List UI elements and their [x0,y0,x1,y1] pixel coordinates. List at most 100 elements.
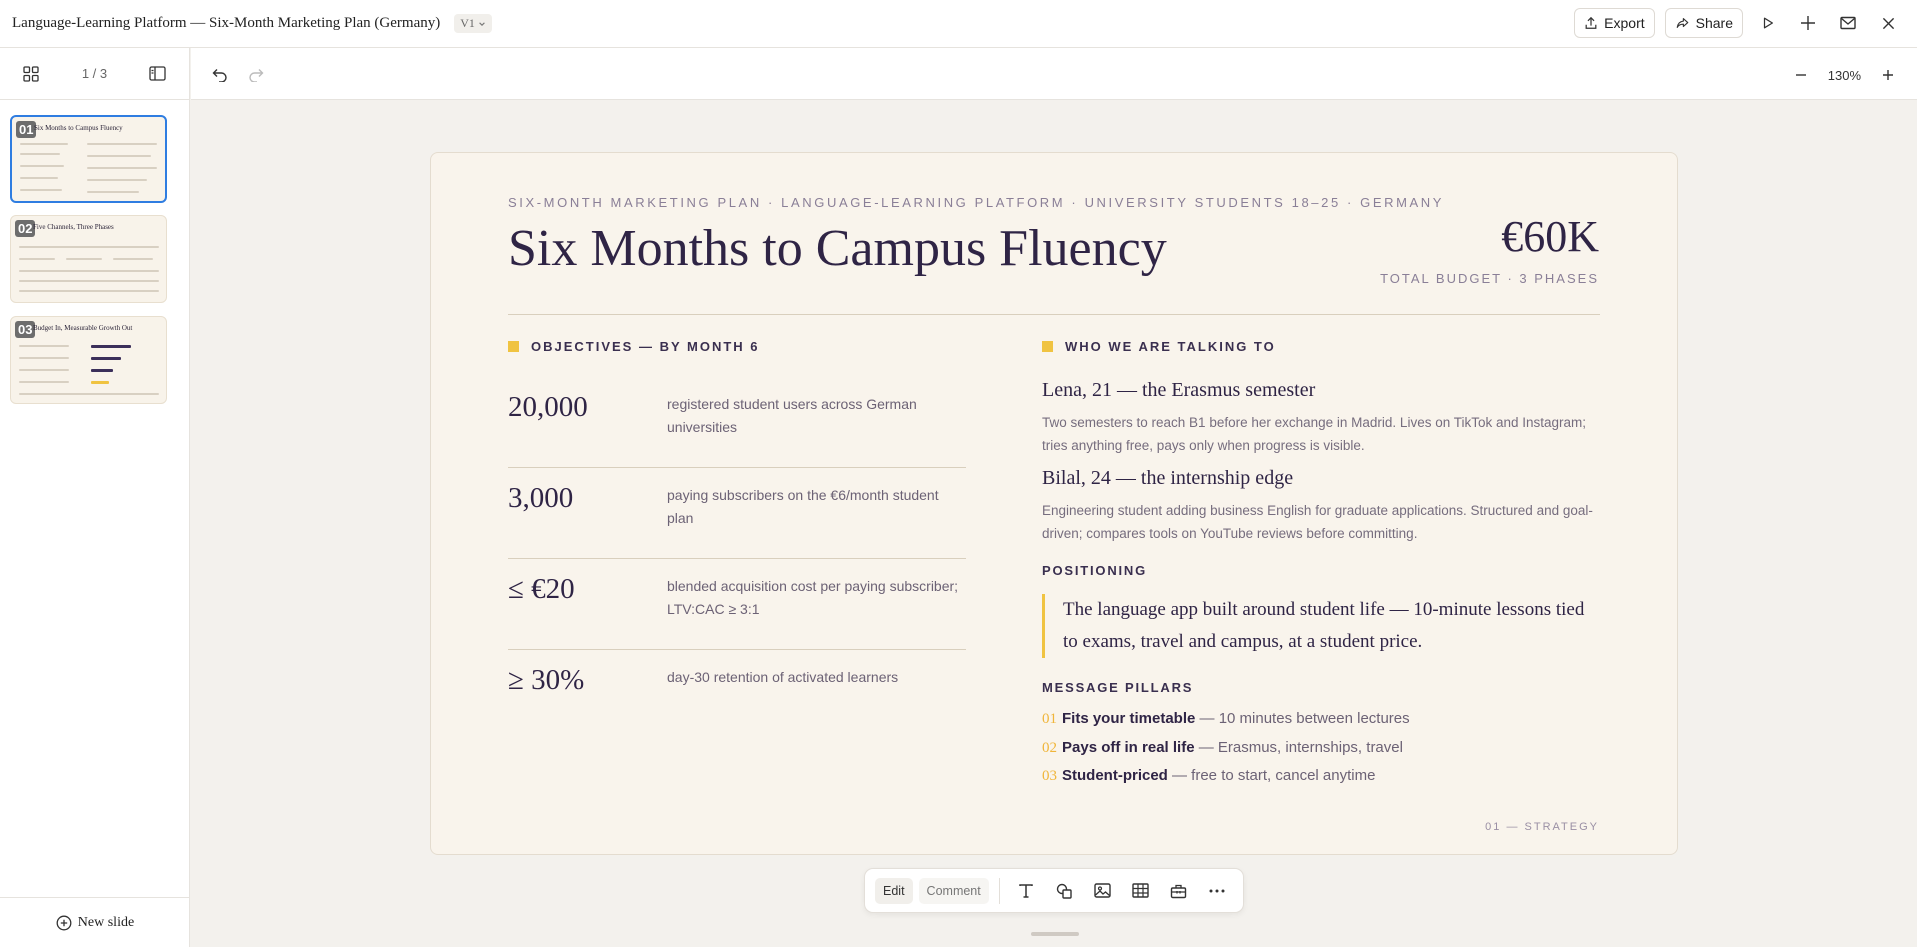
upload-icon [1585,16,1597,29]
new-slide-button[interactable]: New slide [0,897,190,947]
pillar-detail: — 10 minutes between lectures [1195,710,1410,727]
persona-description: Engineering student adding business Engl… [1042,503,1593,541]
message-pillar: 01 Fits your timetable — 10 minutes betwe… [1042,710,1410,728]
objective-item: 20,000 registered student users across G… [508,377,966,468]
share-icon [1676,18,1688,28]
export-button[interactable]: Export [1574,8,1655,38]
plus-crosshair-icon [1801,16,1815,30]
image-tool-button[interactable] [1086,876,1118,906]
comment-mode-button[interactable]: Comment [918,877,989,904]
divider [508,314,1600,315]
zoom-level[interactable]: 130% [1828,68,1861,83]
objective-value: ≥ 30% [508,664,585,696]
pillars-heading: MESSAGE PILLARS [1042,680,1194,695]
page-indicator: 1 / 3 [81,66,108,81]
sidebar-panel-icon [149,66,167,81]
objectives-heading: OBJECTIVES — BY MONTH 6 [508,339,760,354]
text-icon [1019,883,1033,898]
version-label: V1 [460,16,475,30]
undo-button[interactable] [205,60,235,90]
table-icon [1132,883,1149,898]
plus-circle-icon [56,915,72,930]
objective-description: registered student users across German u… [667,396,917,435]
mail-icon [1840,16,1856,30]
pillar-title: Pays off in real life [1062,739,1195,756]
pillar-title: Fits your timetable [1062,710,1196,727]
objective-item: ≤ €20 blended acquisition cost per payin… [508,559,966,650]
slide-sidebar: 1 / 3 01 Six Months to Campus Fluency 02… [0,48,190,947]
share-button[interactable]: Share [1664,8,1743,38]
toggle-panel-button[interactable] [143,59,173,89]
slide-thumbnail-1[interactable]: 01 Six Months to Campus Fluency [10,115,167,203]
floating-toolbar: Edit Comment [864,868,1244,913]
thumbnail-title: Five Channels, Three Phases [33,223,114,231]
edit-mode-button[interactable]: Edit [875,877,913,904]
slide-footer-tag: 01 — STRATEGY [1485,821,1599,833]
thumbnail-title: Budget In, Measurable Growth Out [33,324,133,332]
document-title[interactable]: Language-Learning Platform — Six-Month M… [12,15,440,32]
budget-value: €60K [1501,212,1599,261]
shape-tool-button[interactable] [1048,876,1080,906]
more-options-button[interactable] [1201,876,1233,906]
text-tool-button[interactable] [1010,876,1042,906]
pillar-title: Student-priced [1062,767,1168,784]
message-pillar: 02 Pays off in real life — Erasmus, inter… [1042,739,1403,757]
toolbox-icon [1170,884,1187,898]
new-slide-label: New slide [77,914,135,930]
objective-description: paying subscribers on the €6/month stude… [667,487,939,526]
pillar-number: 03 [1042,768,1057,784]
editor-toolbar: 130% [191,48,1917,100]
table-tool-button[interactable] [1124,876,1156,906]
positioning-quote: The language app built around student li… [1042,594,1602,658]
budget-subtitle: TOTAL BUDGET · 3 PHASES [1380,271,1599,286]
slide-kicker: SIX-MONTH MARKETING PLAN · LANGUAGE-LEAR… [508,195,1445,210]
objectives-heading-label: OBJECTIVES — BY MONTH 6 [531,339,760,354]
redo-icon [249,69,264,82]
audience-heading: WHO WE ARE TALKING TO [1042,339,1276,354]
bullet-square-icon [508,341,519,352]
top-bar: Language-Learning Platform — Six-Month M… [0,0,1917,48]
minus-icon [1795,74,1806,76]
objective-value: ≤ €20 [508,573,575,605]
plus-icon [1883,70,1893,80]
grid-icon [23,65,39,82]
zoom-out-button[interactable] [1786,60,1816,90]
objective-value: 20,000 [508,391,588,423]
email-button[interactable] [1833,8,1863,38]
undo-icon [212,69,227,82]
persona-description: Two semesters to reach B1 before her exc… [1042,415,1587,453]
grid-view-button[interactable] [16,59,46,89]
version-dropdown[interactable]: V1 [454,14,492,33]
toolbar-divider [998,877,1000,904]
redo-button[interactable] [241,60,271,90]
shapes-icon [1056,883,1072,899]
zoom-in-button[interactable] [1873,60,1903,90]
objective-value: 3,000 [508,482,574,514]
chevron-down-icon [479,21,485,26]
pillar-detail: — Erasmus, internships, travel [1194,739,1403,756]
persona-name: Lena, 21 — the Erasmus semester [1042,379,1316,401]
image-icon [1094,883,1111,898]
present-button[interactable] [1753,8,1783,38]
objective-description: blended acquisition cost per paying subs… [667,578,959,617]
slide-title: Six Months to Campus Fluency [508,220,1167,277]
pillar-detail: — free to start, cancel anytime [1167,767,1376,784]
message-pillar: 03 Student-priced — free to start, cancel… [1042,767,1375,785]
resize-handle[interactable] [1031,932,1079,936]
slide-thumbnail-3[interactable]: 03 Budget In, Measurable Growth Out [10,316,167,404]
close-icon [1882,17,1894,29]
pillar-number: 01 [1042,711,1057,727]
play-icon [1763,17,1773,29]
pillar-number: 02 [1042,740,1057,756]
slide-thumbnail-2[interactable]: 02 Five Channels, Three Phases [10,215,167,303]
objective-description: day-30 retention of activated learners [667,669,899,685]
positioning-heading: POSITIONING [1042,563,1148,578]
share-label: Share [1695,15,1733,31]
close-button[interactable] [1873,8,1903,38]
audience-heading-label: WHO WE ARE TALKING TO [1065,339,1276,354]
more-horizontal-icon [1209,889,1225,892]
add-button[interactable] [1793,8,1823,38]
slide-canvas[interactable]: SIX-MONTH MARKETING PLAN · LANGUAGE-LEAR… [430,152,1678,855]
objective-item: ≥ 30% day-30 retention of activated lear… [508,650,966,741]
widget-tool-button[interactable] [1163,876,1195,906]
